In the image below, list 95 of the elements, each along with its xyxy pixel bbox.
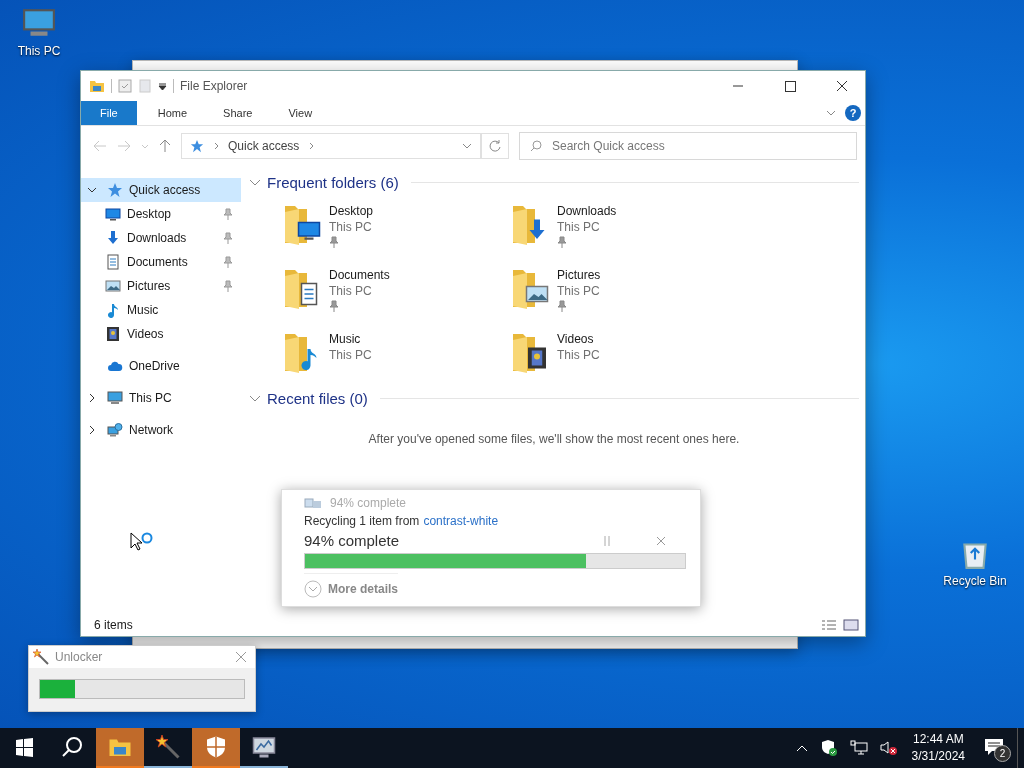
star-icon [190,139,204,153]
film-icon [105,326,121,342]
computer-icon [107,390,123,406]
nav-item[interactable]: This PC [81,386,241,410]
nav-label: Network [129,423,173,437]
window-title: File Explorer [180,79,248,93]
clock[interactable]: 12:44 AM 3/31/2024 [903,731,973,765]
folder-icon [89,78,105,94]
picture-icon [105,278,121,294]
refresh-button[interactable] [481,133,509,159]
down-arrow-icon [105,230,121,246]
network-icon [107,422,123,438]
source-link[interactable]: contrast-white [423,514,499,528]
address-bar[interactable]: Quick access [181,133,481,159]
pin-icon[interactable] [223,232,233,244]
pin-icon[interactable] [223,256,233,268]
item-count: 6 items [94,618,133,632]
up-arrow-icon[interactable] [159,139,171,153]
notification-button[interactable]: 2 [973,728,1017,768]
folder-name[interactable]: Desktop [329,204,374,218]
ribbon-tab[interactable]: Home [142,101,203,125]
nav-item[interactable]: Pictures [81,274,241,298]
ribbon-tab[interactable]: Share [208,101,268,125]
refresh-icon [488,139,502,153]
chevron-right-icon[interactable] [87,393,97,403]
monitor-icon [105,206,121,222]
empty-message: After you've opened some files, we'll show the most recent ones here. [367,431,741,446]
nav-label: Desktop [127,207,172,221]
chevron-right-icon [212,142,220,150]
chevron-circle-icon [304,580,322,598]
search-icon [530,140,542,152]
nav-item[interactable]: Downloads [81,226,241,250]
group-heading[interactable]: Frequent folders (6) [267,173,399,191]
chevron-down-icon[interactable] [87,185,97,195]
desktop-icon-label[interactable]: Recycle Bin [943,574,1007,588]
dialog-title: 94% complete [330,496,407,510]
music-note-icon [105,302,121,318]
folder-location: This PC [329,348,372,362]
more-details-button[interactable]: More details [304,573,399,600]
ribbon-tab[interactable]: View [273,101,328,125]
nav-item[interactable]: Quick access [81,178,241,202]
nav-item[interactable]: Documents [81,250,241,274]
chevron-right-icon[interactable] [87,425,97,435]
folder-location: This PC [329,220,373,234]
folder-name[interactable]: Pictures [557,268,601,282]
desktop-icon-label[interactable]: This PC [17,44,61,58]
folder-location: This PC [329,284,373,298]
properties-icon[interactable] [118,79,132,93]
nav-item[interactable]: OneDrive [81,354,241,378]
pin-icon[interactable] [223,208,233,220]
nav-label: Quick access [129,183,201,197]
nav-item[interactable]: Videos [81,322,241,346]
close-icon[interactable] [235,651,247,663]
folder-name[interactable]: Music [329,332,372,346]
folder-location: This PC [557,348,600,362]
pin-icon[interactable] [223,280,233,292]
progress-message: Recycling 1 item from [304,514,420,528]
shield-icon [204,735,228,759]
details-view-icon[interactable] [821,619,837,631]
notification-count: 2 [994,745,1011,762]
search-field[interactable]: Search Quick access [519,132,857,160]
dropdown-icon[interactable] [158,81,167,91]
nav-label: Downloads [127,231,187,245]
star-icon [107,182,123,198]
nav-label: Music [127,303,159,317]
close-icon[interactable] [656,535,666,546]
folder-location: This PC [557,220,601,234]
nav-label: OneDrive [129,359,180,373]
nav-item[interactable]: Desktop [81,202,241,226]
window-title: Unlocker [55,650,103,664]
caret-up-icon[interactable] [795,744,808,752]
nav-item[interactable]: Network [81,418,241,442]
monitor-chart-icon [252,735,276,759]
folder-name[interactable]: Videos [557,332,600,346]
shield-icon[interactable] [819,739,838,757]
folder-location: This PC [557,284,601,298]
nav-label: Pictures [127,279,171,293]
magic-wand-icon [33,649,49,665]
folder-name[interactable]: Documents [329,268,390,282]
nav-item[interactable]: Music [81,298,241,322]
address-text: Quick access [228,139,300,153]
nav-label: Videos [127,327,164,341]
nav-label: Documents [127,255,188,269]
network-icon[interactable] [849,740,868,756]
nav-label: This PC [129,391,172,405]
group-heading[interactable]: Recent files (0) [267,389,368,407]
chevron-right-icon [307,142,316,150]
folder-name[interactable]: Downloads [557,204,617,218]
large-icons-view-icon[interactable] [843,619,859,631]
progress-percent: 94% complete [304,532,400,549]
help-button[interactable]: ? [845,105,861,121]
ribbon-tab[interactable]: File [81,101,137,125]
magic-wand-icon [156,735,180,759]
document-icon [105,254,121,270]
muted-speaker-icon[interactable] [879,740,898,756]
